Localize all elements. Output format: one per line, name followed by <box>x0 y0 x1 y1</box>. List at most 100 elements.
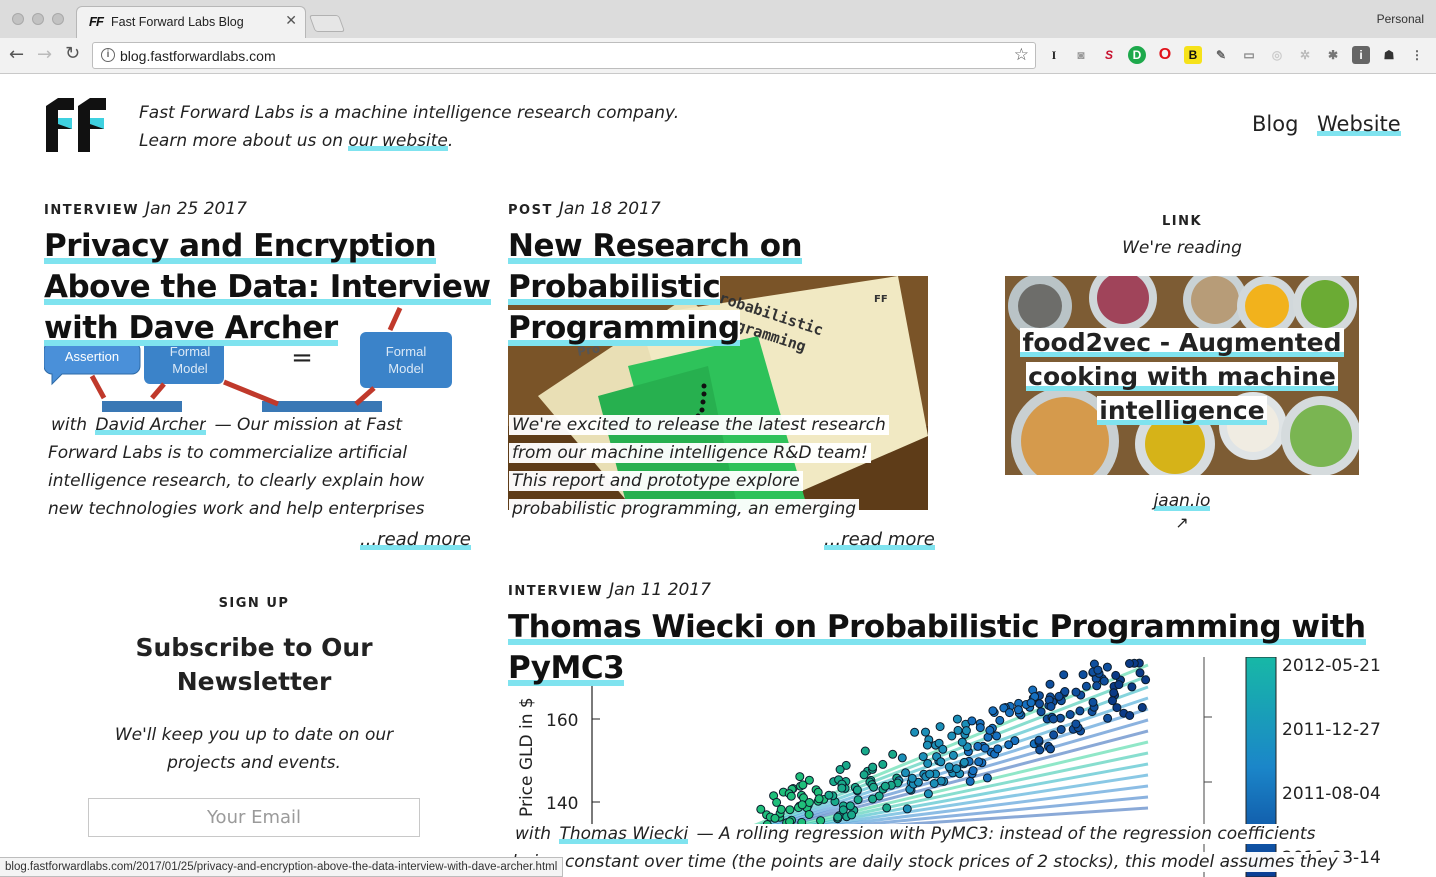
article-kind: POST <box>508 203 553 218</box>
minimize-window-button[interactable] <box>32 13 44 25</box>
nav-website-link[interactable]: Website <box>1317 112 1401 136</box>
article-excerpt: We're excited to release the latest rese… <box>509 411 889 523</box>
camera-icon[interactable]: ◙ <box>1072 46 1090 64</box>
scatter-point <box>847 810 857 820</box>
maximize-window-button[interactable] <box>52 13 64 25</box>
scatter-point <box>880 781 890 791</box>
excerpt-line: probabilistic programming, an emerging <box>509 499 860 519</box>
scatter-point <box>897 753 907 763</box>
scatter-point <box>860 746 870 756</box>
scatter-point <box>985 725 995 735</box>
menu-icon[interactable]: ⋮ <box>1408 46 1426 64</box>
scatter-point <box>1137 703 1147 712</box>
colorbar-tick: 2011-12-27 <box>1282 720 1381 740</box>
link-title-line[interactable]: food2vec - Augmented <box>1020 328 1344 357</box>
source-link[interactable]: jaan.io <box>1153 491 1211 511</box>
plot-ytick: 160 <box>546 711 578 731</box>
pin-icon[interactable]: ✎ <box>1212 46 1230 64</box>
scatter-point <box>944 762 954 772</box>
title-line[interactable]: PyMC3 <box>508 650 625 686</box>
info-ext-icon[interactable]: i <box>1352 46 1370 64</box>
excerpt-line: from our machine intelligence R&D team! <box>509 443 871 463</box>
forward-icon[interactable]: → <box>37 44 52 65</box>
link-title-line[interactable]: cooking with machine <box>1026 362 1338 391</box>
scatter-point <box>967 716 977 726</box>
article-excerpt: with David Archer — Our mission at Fast … <box>45 411 428 523</box>
address-bar[interactable]: i blog.fastforwardlabs.com ☆ <box>92 42 1036 69</box>
title-line[interactable]: Programming <box>508 310 740 346</box>
scatter-point <box>869 782 878 792</box>
bookmark-star-icon[interactable]: ☆ <box>1014 45 1029 65</box>
excerpt-line: — A rolling regression with PyMC3: inste… <box>688 824 1319 844</box>
url-text[interactable]: blog.fastforwardlabs.com <box>120 48 276 64</box>
title-line[interactable]: Privacy and Encryption <box>44 228 437 264</box>
ext-i-icon[interactable]: I <box>1045 46 1063 64</box>
author-link[interactable]: David Archer <box>95 415 207 435</box>
signup-text: We'll keep you up to date on our project… <box>44 721 464 777</box>
cat-icon[interactable]: ☗ <box>1380 46 1398 64</box>
ext-b-icon[interactable]: B <box>1184 46 1202 64</box>
scatter-point <box>1049 730 1059 740</box>
scatter-point <box>786 791 796 801</box>
scatter-point <box>959 757 969 767</box>
article-meta: INTERVIEW Jan 11 2017 <box>508 580 711 600</box>
scatter-point <box>948 750 958 760</box>
excerpt-line: being constant over time (the points are… <box>509 852 1341 872</box>
scatter-point <box>1054 691 1064 701</box>
scatter-point <box>1035 699 1044 709</box>
gear-icon[interactable]: ✲ <box>1296 46 1314 64</box>
scatter-point <box>992 731 1002 741</box>
ext-o-icon[interactable]: O <box>1156 46 1174 64</box>
signup-title-line: Subscribe to Our <box>135 633 373 662</box>
link-status-bar: blog.fastforwardlabs.com/2017/01/25/priv… <box>0 857 564 877</box>
article-meta: POST Jan 18 2017 <box>508 199 661 219</box>
link-title-line[interactable]: intelligence <box>1097 396 1267 425</box>
ff-logo[interactable] <box>44 96 108 154</box>
scatter-point <box>1005 708 1014 718</box>
plot-ylabel: Price GLD in $ <box>517 697 537 817</box>
article-date: Jan 11 2017 <box>609 580 712 600</box>
scatter-point <box>1056 725 1066 734</box>
ext-d-icon[interactable]: D <box>1128 46 1146 64</box>
title-line[interactable]: Probabilistic <box>508 269 721 305</box>
reload-icon[interactable]: ↻ <box>65 43 80 64</box>
nav-blog-link[interactable]: Blog <box>1252 112 1298 136</box>
new-tab-button[interactable] <box>308 15 346 32</box>
scatter-point <box>1109 688 1119 698</box>
scatter-point <box>878 759 888 769</box>
title-line[interactable]: Thomas Wiecki on Probabilistic Programmi… <box>508 609 1366 645</box>
title-line[interactable]: with Dave Archer <box>44 310 338 346</box>
link-title[interactable]: food2vec - Augmented cooking with machin… <box>1005 326 1359 428</box>
article-title[interactable]: Privacy and Encryption Above the Data: I… <box>44 226 491 349</box>
title-line[interactable]: New Research on <box>508 228 803 264</box>
cast-icon[interactable]: ▭ <box>1240 46 1258 64</box>
author-link[interactable]: Thomas Wiecki <box>559 824 689 844</box>
browser-tab[interactable]: FF Fast Forward Labs Blog ✕ <box>76 6 306 38</box>
scatter-point <box>804 775 814 785</box>
intro-website-link[interactable]: our website <box>348 131 448 151</box>
external-arrow-icon[interactable]: ↗ <box>1005 513 1359 532</box>
bug-icon[interactable]: ✱ <box>1324 46 1342 64</box>
close-tab-icon[interactable]: ✕ <box>285 13 297 29</box>
site-info-icon[interactable]: i <box>101 48 115 62</box>
tab-bar: FF Fast Forward Labs Blog ✕ Personal <box>0 0 1436 38</box>
email-field[interactable] <box>88 798 420 837</box>
article-title[interactable]: New Research on Probabilistic Programmin… <box>508 226 803 349</box>
back-icon[interactable]: ← <box>9 44 24 65</box>
scatter-point <box>947 731 957 741</box>
close-window-button[interactable] <box>12 13 24 25</box>
diagram-label: Model <box>388 361 424 376</box>
scatter-point <box>993 744 1003 754</box>
link-source[interactable]: jaan.io ↗ <box>1005 491 1359 532</box>
scatter-point <box>1035 745 1045 755</box>
article-title[interactable]: Thomas Wiecki on Probabilistic Programmi… <box>508 607 1366 689</box>
profile-button[interactable]: Personal <box>1377 12 1424 26</box>
read-more-link[interactable]: ...read more <box>360 529 471 550</box>
excerpt-line: new technologies work and help enterpris… <box>45 499 428 519</box>
circle-icon[interactable]: ◎ <box>1268 46 1286 64</box>
diagram-label: Model <box>172 361 208 376</box>
read-more-link[interactable]: ...read more <box>824 529 935 550</box>
ext-s-icon[interactable]: S <box>1100 46 1118 64</box>
title-line[interactable]: Above the Data: Interview <box>44 269 491 305</box>
cover-logo: FF <box>874 294 888 305</box>
